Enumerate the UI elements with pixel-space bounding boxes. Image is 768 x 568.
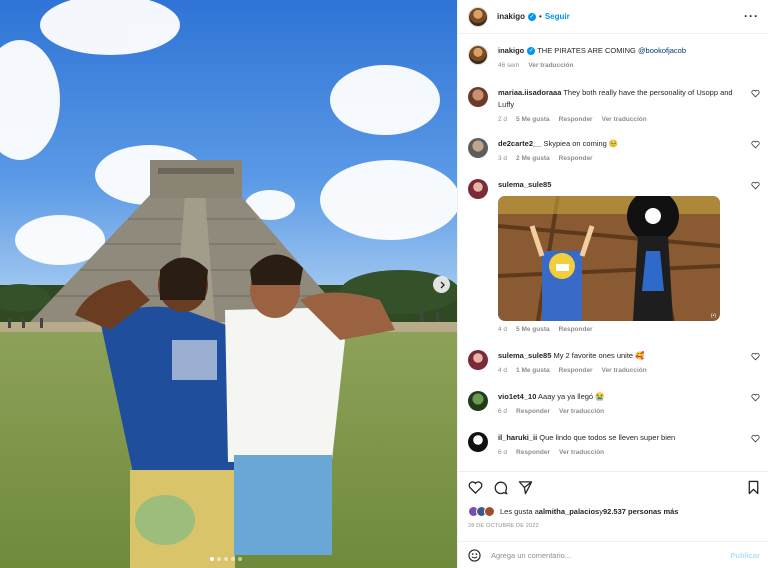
translate-link[interactable]: Ver traducción [559,406,604,418]
comment-username[interactable]: mariaa.iisadoraaa [498,88,561,97]
carousel-dot [238,557,242,561]
likes-count-link[interactable]: 92.537 personas más [603,507,678,516]
comment-username[interactable]: de2carte2__ [498,139,541,148]
share-icon[interactable] [518,480,533,495]
heart-icon[interactable] [751,393,760,402]
image-watermark: (•) [711,313,716,319]
carousel-dot [210,557,214,561]
publish-button[interactable]: Publicar [730,551,760,560]
post-header: inakigo ✓ • Seguir ··· [458,0,768,34]
reply-button[interactable]: Responder [516,447,550,459]
one-piece-manga-image: (•) [498,196,720,321]
likes-prefix: Les gusta a [500,507,539,516]
likes-summary: Les gusta a almitha_palacios y 92.537 pe… [468,506,678,517]
chevron-right-icon [440,281,445,288]
avatar[interactable] [468,138,488,158]
translate-link[interactable]: Ver traducción [559,447,604,459]
avatar[interactable] [468,6,488,27]
carousel-dots [210,557,242,561]
avatar[interactable] [468,391,488,411]
reply-button[interactable]: Responder [516,406,550,418]
emoji-icon[interactable] [468,549,481,562]
heart-icon[interactable] [751,181,760,190]
comment-username[interactable]: il_haruki_ii [498,433,537,442]
comment-age: 4 d [498,367,508,374]
comment-age: 4 d [498,326,508,333]
like-heart-icon[interactable] [468,480,483,495]
comment-age: 3 d [498,155,508,162]
avatar[interactable] [468,179,488,199]
comment-text: My 2 favorite ones unite 🥰 [553,351,645,360]
caption: inakigo ✓ THE PIRATES ARE COMING @bookofj… [468,45,764,72]
comment-text: Aaay ya ya llegó 😭 [538,392,605,401]
comment-age: 6 d [498,408,508,415]
comments-list[interactable]: inakigo ✓ THE PIRATES ARE COMING @bookofj… [458,35,768,471]
comment: il_haruki_ii Que lindo que todos se llev… [468,432,764,459]
mention-link[interactable]: @bookofjacob [638,46,686,55]
photo-scene [0,0,457,568]
comment-input[interactable] [491,551,711,560]
translate-link[interactable]: Ver traducción [602,114,647,126]
comment-age: 2 d [498,116,508,123]
comment-icon[interactable] [493,480,508,495]
comment: vio1et4_10 Aaay ya ya llegó 😭 6 d Respon… [468,391,764,418]
bookmark-icon[interactable] [746,480,761,495]
comment: de2carte2__ Skypiea on coming 🥺 3 d 2 Me… [468,138,764,165]
comment-image[interactable]: (•) [498,196,720,321]
translate-link[interactable]: Ver traducción [602,365,647,377]
post-date: 28 DE OCTUBRE DE 2022 [468,523,539,529]
verified-icon: ✓ [528,12,537,21]
comment-username[interactable]: vio1et4_10 [498,392,536,401]
heart-icon[interactable] [751,89,760,98]
follow-button[interactable]: Seguir [545,12,570,21]
carousel-dot [217,557,221,561]
reply-button[interactable]: Responder [559,324,593,336]
caption-username[interactable]: inakigo [498,46,524,55]
comment-likes[interactable]: 1 Me gusta [516,365,550,377]
comment: sulema_sule85 My 2 favorite ones unite 🥰… [468,350,764,377]
caption-age: 46 sem [498,62,520,69]
comment-likes[interactable]: 2 Me gusta [516,153,550,165]
caption-text: THE PIRATES ARE COMING [537,46,638,55]
avatar[interactable] [468,350,488,370]
comment-username[interactable]: sulema_sule85 [498,180,551,189]
heart-icon[interactable] [751,140,760,149]
avatar[interactable] [468,432,488,452]
post-photo [0,0,457,568]
comment-age: 6 d [498,449,508,456]
likes-user-link[interactable]: almitha_palacios [539,507,599,516]
add-comment-bar: Publicar [458,541,768,568]
carousel-dot [231,557,235,561]
reply-button[interactable]: Responder [559,114,593,126]
heart-icon[interactable] [751,434,760,443]
post-username[interactable]: inakigo [497,12,525,21]
comment-text: Skypiea on coming 🥺 [543,139,619,148]
verified-icon: ✓ [527,47,536,56]
comment-likes[interactable]: 5 Me gusta [516,324,550,336]
comment: mariaa.iisadoraaa They both really have … [468,87,764,126]
carousel-dot [224,557,228,561]
more-options-icon[interactable]: ··· [744,9,759,23]
reply-button[interactable]: Responder [559,365,593,377]
comment-likes[interactable]: 5 Me gusta [516,114,550,126]
avatar[interactable] [468,45,488,65]
comment-username[interactable]: sulema_sule85 [498,351,551,360]
comment-text: Que lindo que todos se lleven super bien [539,433,676,442]
carousel-next-button[interactable] [433,276,450,293]
translate-link[interactable]: Ver traducción [528,60,573,72]
heart-icon[interactable] [751,352,760,361]
reply-button[interactable]: Responder [559,153,593,165]
separator-dot: • [539,12,542,21]
post-panel: inakigo ✓ • Seguir ··· inakigo ✓ THE PIRA… [457,0,768,568]
comment: sulema_sule85 (•) 4 d 5 Me gusta Respond… [468,179,764,336]
post-actions: Les gusta a almitha_palacios y 92.537 pe… [458,471,768,568]
liker-avatars [468,506,495,517]
avatar[interactable] [468,87,488,107]
